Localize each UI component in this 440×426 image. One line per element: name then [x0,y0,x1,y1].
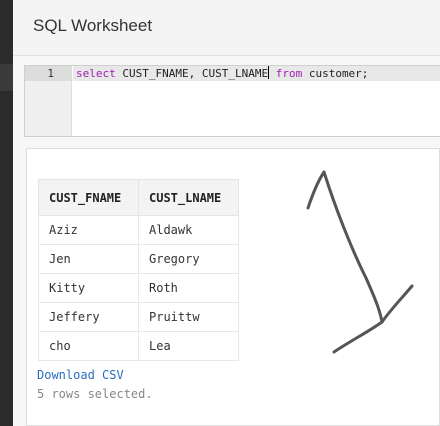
table-cell: Roth [138,273,239,303]
hand-drawn-arrow-annotation [306,170,414,354]
rows-selected-status: 5 rows selected. [37,387,153,401]
table-cell: Aziz [38,215,139,245]
code-line[interactable]: select CUST_FNAME, CUST_LNAME from custo… [73,66,440,81]
table-cell: Pruittw [138,302,239,332]
table-cell: Aldawk [138,215,239,245]
line-number-gutter: 1 [25,66,72,136]
table-cell: Jeffery [38,302,139,332]
download-csv-link[interactable]: Download CSV [37,368,124,382]
table-cell: Gregory [138,244,239,274]
annotation-stroke [306,170,414,324]
table-cell: Kitty [38,273,139,303]
column-header-lname[interactable]: CUST_LNAME [138,179,239,216]
table-row: Jeffery Pruittw [38,302,239,332]
line-number: 1 [25,66,71,81]
table-row: cho Lea [38,331,239,361]
code-columns: CUST_FNAME, CUST_LNAME [115,67,269,80]
worksheet-header: SQL Worksheet [13,0,440,56]
sql-editor[interactable]: 1 select CUST_FNAME, CUST_LNAME from cus… [24,65,440,137]
table-row: Jen Gregory [38,244,239,274]
results-table: CUST_FNAME CUST_LNAME Aziz Aldawk Jen Gr… [38,179,239,361]
column-header-fname[interactable]: CUST_FNAME [38,179,139,216]
table-cell: cho [38,331,139,361]
keyword-from: from [269,67,303,80]
table-cell: Jen [38,244,139,274]
table-row: Kitty Roth [38,273,239,303]
table-cell: Lea [138,331,239,361]
annotation-tail [332,320,384,354]
worksheet-title: SQL Worksheet [33,16,153,35]
left-sidebar-strip [0,0,13,426]
table-row: Aziz Aldawk [38,215,239,245]
keyword-select: select [76,67,116,80]
sidebar-accent [0,64,13,91]
code-table: customer; [302,67,369,80]
header-row: CUST_FNAME CUST_LNAME [38,179,239,216]
